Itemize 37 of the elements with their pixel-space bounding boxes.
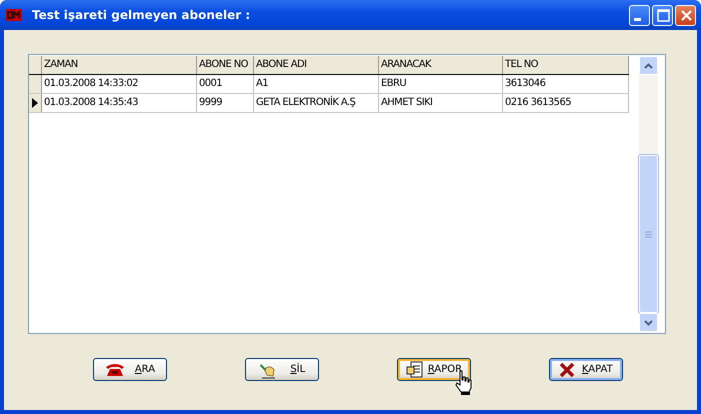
table-cell: A1 [254, 75, 379, 93]
phone-icon [104, 362, 125, 376]
column-header[interactable]: TEL NO [503, 56, 629, 74]
table-cell: 01.03.2008 14:35:43 [42, 94, 197, 112]
action-button[interactable]: RAPOR [397, 358, 471, 381]
action-button[interactable]: SİL [245, 358, 319, 381]
x-icon [559, 362, 576, 378]
table-cell: 0001 [197, 75, 254, 93]
column-header[interactable]: ABONE NO [197, 56, 254, 74]
maximize-button[interactable] [652, 4, 673, 26]
table-cell: AHMET SIKI [379, 94, 503, 112]
column-header[interactable]: ABONE ADI [254, 56, 379, 74]
table-cell: 3613046 [503, 75, 629, 93]
scrollbar[interactable] [639, 56, 658, 332]
chevron-down-icon [644, 320, 653, 326]
window-title: Test işareti gelmeyen aboneler : [32, 8, 252, 22]
column-header[interactable]: ARANACAK [379, 56, 503, 74]
table-cell: GETA ELEKTRONİK A.Ş [254, 94, 379, 112]
scroll-up-button[interactable] [639, 56, 658, 75]
column-header[interactable]: ZAMAN [42, 56, 197, 74]
grip-icon [645, 230, 652, 238]
table-cell: 9999 [197, 94, 254, 112]
table-cell: 0216 3613565 [503, 94, 629, 112]
scroll-thumb[interactable] [639, 155, 658, 313]
row-indicator[interactable] [29, 94, 42, 112]
document-icon [406, 360, 424, 378]
table-cell: EBRU [379, 75, 503, 93]
scroll-down-button[interactable] [639, 313, 658, 332]
app-icon [6, 9, 22, 21]
table-cell: 01.03.2008 14:33:02 [42, 75, 197, 93]
minimize-icon [634, 18, 641, 20]
chevron-up-icon [644, 62, 653, 68]
close-button[interactable] [675, 4, 696, 26]
current-row-icon [32, 98, 38, 108]
minimize-button[interactable] [629, 4, 650, 26]
action-button[interactable]: ARA [93, 358, 167, 381]
action-button[interactable]: KAPAT [549, 358, 623, 381]
